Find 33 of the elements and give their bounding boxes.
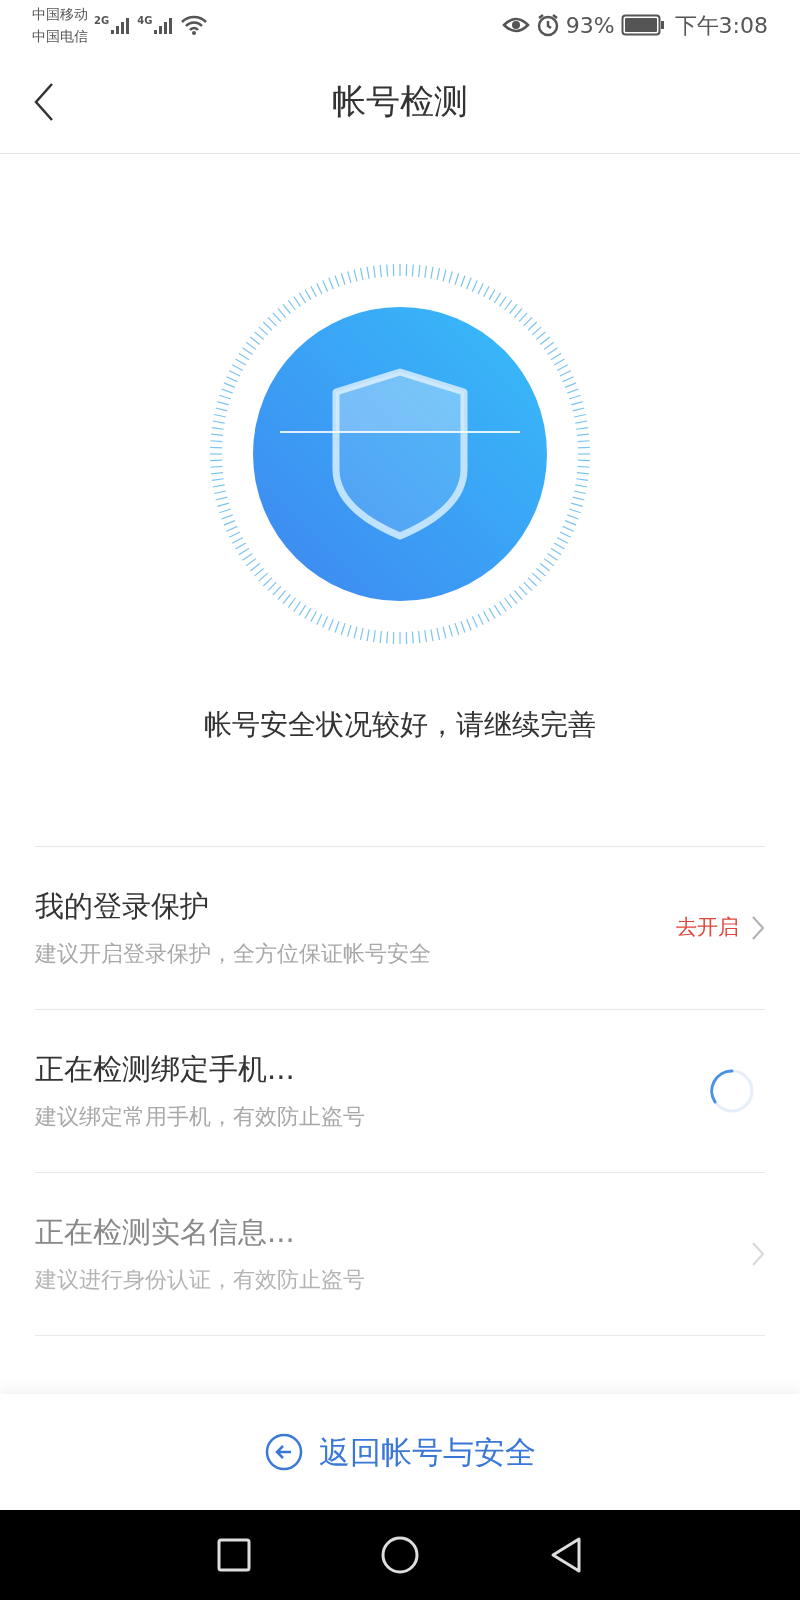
page-title: 帐号检测 (332, 80, 468, 123)
eye-icon (501, 15, 530, 35)
check-subtitle: 建议绑定常用手机，有效防止盗号 (35, 1105, 365, 1128)
clock-time: 下午3:08 (674, 11, 768, 40)
home-icon[interactable] (381, 1536, 419, 1574)
check-row[interactable]: 正在检测实名信息... 建议进行身份认证，有效防止盗号 (35, 1172, 765, 1335)
loading-spinner-icon (709, 1068, 755, 1114)
back-to-security-button[interactable]: 返回帐号与安全 (264, 1428, 536, 1476)
enable-link[interactable]: 去开启 (676, 912, 765, 944)
back-icon (32, 81, 56, 122)
check-row[interactable]: 正在检测绑定手机... 建议绑定常用手机，有效防止盗号 (35, 1009, 765, 1172)
carrier-name: 中国电信 (32, 27, 88, 46)
network-type-label: 4G (137, 16, 153, 26)
network-type-label: 2G (94, 16, 110, 26)
check-title: 正在检测实名信息... (35, 1217, 296, 1247)
battery-icon (620, 14, 665, 36)
security-summary: 帐号安全状况较好，请继续完善 (204, 707, 596, 743)
check-title: 我的登录保护 (35, 891, 210, 921)
check-subtitle: 建议进行身份认证，有效防止盗号 (35, 1268, 365, 1291)
check-row[interactable]: 我的登录保护 建议开启登录保护，全方位保证帐号安全 去开启 (35, 846, 765, 1009)
chevron-right-icon (751, 1241, 765, 1267)
signal-icon (111, 16, 132, 34)
battery-percent: 93% (565, 11, 615, 40)
chevron-right-icon (751, 915, 765, 941)
alarm-icon (535, 13, 560, 37)
check-subtitle: 建议开启登录保护，全方位保证帐号安全 (35, 942, 431, 965)
check-title: 正在检测绑定手机... (35, 1054, 296, 1084)
signal-icon (154, 16, 175, 34)
circle-arrow-left-icon (264, 1433, 303, 1471)
carrier-name: 中国移动 (32, 5, 88, 24)
recent-apps-icon[interactable] (217, 1538, 251, 1572)
wifi-icon (180, 15, 209, 35)
back-nav-icon[interactable] (549, 1536, 583, 1574)
